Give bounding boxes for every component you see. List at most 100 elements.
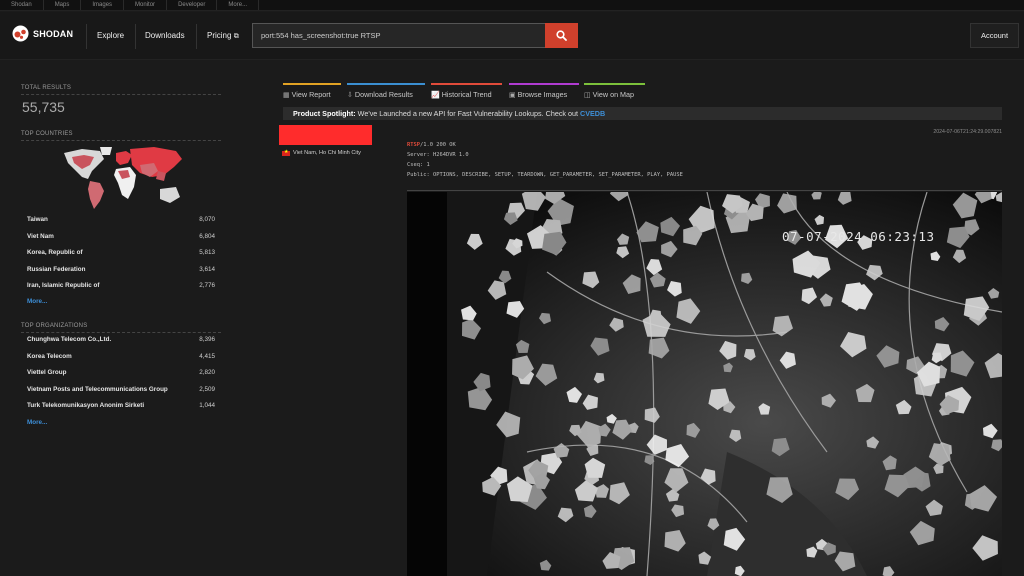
divider — [407, 190, 1002, 191]
org-count: 1,044 — [199, 402, 215, 409]
logo-text: SHODAN — [33, 28, 74, 39]
search-button[interactable] — [545, 23, 578, 48]
country-count: 3,614 — [199, 266, 215, 273]
nav-pricing[interactable]: Pricing ⧉ — [207, 29, 239, 43]
map-icon: ◫ — [584, 92, 591, 99]
country-name: Russian Federation — [27, 266, 86, 273]
country-row-iran[interactable]: Iran, Islamic Republic of 2,776 — [27, 282, 215, 292]
nav-divider — [135, 24, 136, 49]
country-row-viet-nam[interactable]: Viet Nam 6,804 — [27, 233, 215, 243]
tab-label: View on Map — [592, 90, 635, 99]
search-icon — [556, 30, 567, 41]
night-vision-foliage-image — [407, 192, 1002, 576]
divider — [21, 332, 221, 333]
external-link-icon: ⧉ — [233, 33, 239, 40]
service-banner: RTSP/1.0 200 OK Server: H264DVR 1.0 Cseq… — [407, 140, 683, 180]
top-mini-bar: Shodan Maps Images Monitor Developer Mor… — [0, 0, 1024, 11]
main-navbar: SHODAN Explore Downloads Pricing ⧉ port:… — [0, 12, 1024, 60]
banner-line: Public: OPTIONS, DESCRIBE, SETUP, TEARDO… — [407, 172, 683, 178]
trend-icon: 📈 — [431, 92, 440, 99]
country-row-taiwan[interactable]: Taiwan 8,070 — [27, 216, 215, 226]
vietnam-flag-icon — [282, 149, 290, 156]
tab-label: Download Results — [354, 90, 413, 99]
tab-view-report[interactable]: ▦ View Report — [283, 83, 341, 99]
cvedb-link[interactable]: CVEDB — [580, 109, 605, 118]
nav-pricing-label: Pricing — [207, 31, 232, 40]
top-orgs-label: TOP ORGANIZATIONS — [21, 323, 88, 329]
result-location: Viet Nam, Ho Chi Minh City — [282, 149, 361, 156]
topbar-link-images[interactable]: Images — [81, 0, 125, 10]
org-row-turk-telekom[interactable]: Turk Telekomunikasyon Anonim Sirketi 1,0… — [27, 402, 215, 412]
country-name: Viet Nam — [27, 233, 54, 240]
country-count: 6,804 — [199, 233, 215, 240]
country-row-korea[interactable]: Korea, Republic of 5,813 — [27, 249, 215, 259]
spotlight-text: We've Launched a new API for Fast Vulner… — [355, 109, 580, 118]
org-name: Turk Telekomunikasyon Anonim Sirketi — [27, 402, 145, 409]
tab-historical-trend[interactable]: 📈 Historical Trend — [431, 83, 502, 99]
orgs-more-link[interactable]: More... — [27, 419, 47, 426]
search-input[interactable]: port:554 has_screenshot:true RTSP — [252, 23, 545, 48]
account-button[interactable]: Account — [970, 23, 1019, 48]
org-row-korea-telecom[interactable]: Korea Telecom 4,415 — [27, 353, 215, 363]
product-spotlight-banner: Product Spotlight: We've Launched a new … — [283, 107, 1002, 120]
result-timestamp: 2024-07-06T21:24:29.007821 — [933, 129, 1002, 135]
total-results-value: 55,735 — [22, 99, 65, 115]
top-countries-label: TOP COUNTRIES — [21, 131, 73, 137]
shodan-logo[interactable]: SHODAN — [12, 25, 73, 42]
tab-label: Historical Trend — [441, 90, 492, 99]
divider — [21, 94, 221, 95]
country-name: Iran, Islamic Republic of — [27, 282, 100, 289]
org-row-chunghwa[interactable]: Chunghwa Telecom Co.,Ltd. 8,396 — [27, 336, 215, 346]
image-icon: ▣ — [509, 92, 516, 99]
org-row-viettel[interactable]: Viettel Group 2,820 — [27, 369, 215, 379]
world-map[interactable] — [54, 145, 187, 211]
org-name: Viettel Group — [27, 369, 67, 376]
nav-divider — [196, 24, 197, 49]
nav-divider — [86, 24, 87, 49]
topbar-link-more[interactable]: More... — [217, 0, 260, 10]
topbar-link-developer[interactable]: Developer — [167, 0, 218, 10]
nav-explore[interactable]: Explore — [97, 29, 124, 43]
total-results-label: TOTAL RESULTS — [21, 85, 72, 91]
tab-download-results[interactable]: ⇩ Download Results — [347, 83, 425, 99]
tab-browse-images[interactable]: ▣ Browse Images — [509, 83, 579, 99]
org-name: Chunghwa Telecom Co.,Ltd. — [27, 336, 112, 343]
download-icon: ⇩ — [347, 92, 353, 99]
tab-label: Browse Images — [517, 90, 568, 99]
banner-line: Cseq: 1 — [407, 162, 430, 168]
total-results-header: TOTAL RESULTS — [21, 85, 221, 95]
org-name: Vietnam Posts and Telecommunications Gro… — [27, 386, 168, 393]
country-row-russia[interactable]: Russian Federation 3,614 — [27, 266, 215, 276]
divider — [21, 140, 221, 141]
top-orgs-header: TOP ORGANIZATIONS — [21, 323, 221, 333]
banner-status: /1.0 200 OK — [419, 142, 456, 148]
spotlight-title: Product Spotlight: — [293, 109, 356, 118]
location-text: Viet Nam, Ho Chi Minh City — [293, 150, 361, 156]
org-count: 4,415 — [199, 353, 215, 360]
country-count: 5,813 — [199, 249, 215, 256]
countries-more-link[interactable]: More... — [27, 298, 47, 305]
org-row-vnpt[interactable]: Vietnam Posts and Telecommunications Gro… — [27, 386, 215, 396]
country-name: Taiwan — [27, 216, 48, 223]
topbar-link-monitor[interactable]: Monitor — [124, 0, 168, 10]
camera-screenshot[interactable]: 07-07-2024 06:23:13 — [407, 192, 1002, 576]
tab-label: View Report — [291, 90, 331, 99]
topbar-link-shodan[interactable]: Shodan — [0, 0, 44, 10]
org-name: Korea Telecom — [27, 353, 72, 360]
report-icon: ▦ — [283, 92, 290, 99]
tab-view-on-map[interactable]: ◫ View on Map — [584, 83, 645, 99]
country-count: 2,776 — [199, 282, 215, 289]
shodan-logo-icon — [12, 25, 29, 42]
top-countries-header: TOP COUNTRIES — [21, 131, 221, 141]
banner-line: Server: H264DVR 1.0 — [407, 152, 469, 158]
camera-osd-timestamp: 07-07-2024 06:23:13 — [782, 229, 935, 244]
redacted-ip-block — [279, 125, 372, 145]
country-name: Korea, Republic of — [27, 249, 83, 256]
nav-downloads[interactable]: Downloads — [145, 29, 185, 43]
org-count: 2,509 — [199, 386, 215, 393]
org-count: 2,820 — [199, 369, 215, 376]
banner-protocol: RTSP — [407, 142, 420, 148]
org-count: 8,396 — [199, 336, 215, 343]
country-count: 8,070 — [199, 216, 215, 223]
topbar-link-maps[interactable]: Maps — [44, 0, 82, 10]
